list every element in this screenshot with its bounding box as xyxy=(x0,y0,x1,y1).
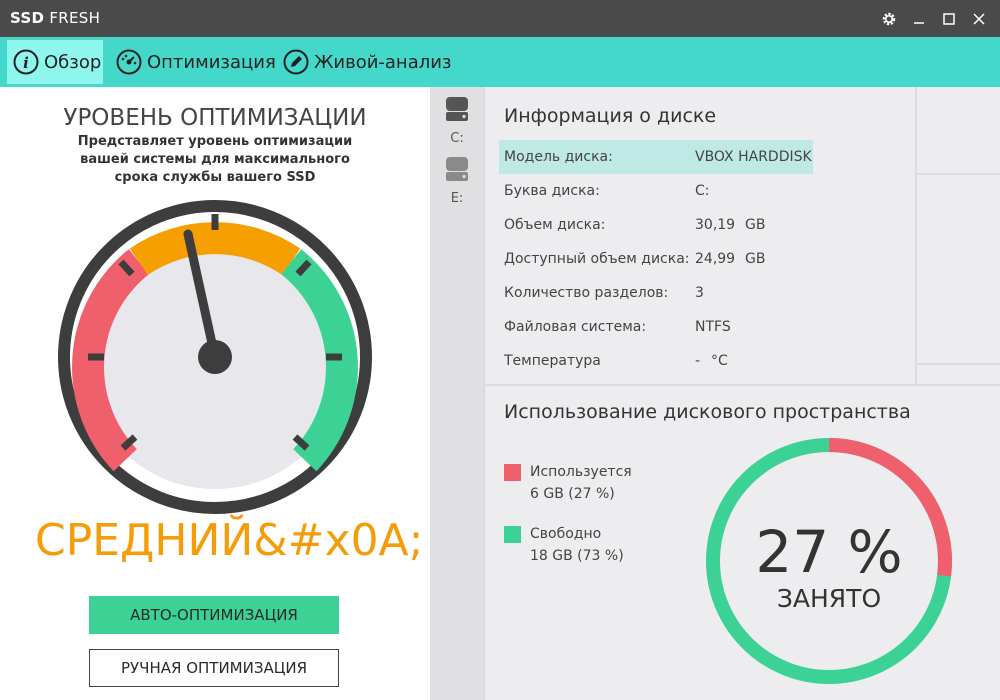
maximize-button[interactable] xyxy=(934,6,964,31)
svg-text:i: i xyxy=(23,54,29,72)
close-button[interactable] xyxy=(964,6,994,31)
hard-drive-icon xyxy=(446,97,468,121)
hard-drive-icon xyxy=(446,157,468,181)
disk-info-row: Буква диска: C: xyxy=(504,183,710,199)
app-title: SSD FRESH xyxy=(10,9,101,27)
disk-usage-title: Использование дискового пространства xyxy=(504,401,911,423)
tab-live-analysis-label: Живой-анализ xyxy=(314,51,452,73)
minimize-button[interactable] xyxy=(904,6,934,31)
tab-overview[interactable]: i Обзор xyxy=(7,40,103,84)
info-icon: i xyxy=(13,49,39,75)
auto-optimization-button[interactable]: АВТО-ОПТИМИЗАЦИЯ xyxy=(89,596,339,634)
main-navigation: i Обзор Оптимизация Живой-анализ xyxy=(0,37,1000,87)
optimization-gauge xyxy=(58,200,372,514)
free-value: 18 GB (73 %) xyxy=(530,548,624,564)
free-label: Свободно xyxy=(530,526,602,542)
tab-live-analysis[interactable]: Живой-анализ xyxy=(283,40,452,84)
divider xyxy=(917,173,1000,175)
disk-info-row: Количество разделов: 3 xyxy=(504,285,704,301)
disk-info-row: Температура - °C xyxy=(504,353,728,369)
tab-overview-label: Обзор xyxy=(44,51,102,73)
speedometer-icon xyxy=(116,49,142,75)
drive-e[interactable]: E: xyxy=(430,155,484,206)
optimization-level-panel: УРОВЕНЬ ОПТИМИЗАЦИИ Представляет уровень… xyxy=(0,87,430,700)
optimization-level-description: Представляет уровень оптимизации вашей с… xyxy=(77,134,353,185)
drive-c-label: C: xyxy=(450,131,464,146)
optimization-level-title: УРОВЕНЬ ОПТИМИЗАЦИИ xyxy=(63,105,367,131)
used-percent-label: ЗАНЯТО xyxy=(776,584,882,613)
pencil-icon xyxy=(283,49,309,75)
disk-info-row: Модель диска: VBOX HARDDISK xyxy=(499,140,813,174)
used-label: Используется xyxy=(530,464,632,480)
used-swatch xyxy=(504,464,521,481)
disk-info-panel: Информация о диске Модель диска: VBOX HA… xyxy=(485,87,915,384)
used-value: 6 GB (27 %) xyxy=(530,486,615,502)
disk-info-row: Объем диска: 30,19 GB xyxy=(504,217,766,233)
disk-info-row: Доступный объем диска: 24,99 GB xyxy=(504,251,766,267)
manual-optimization-button[interactable]: РУЧНАЯ ОПТИМИЗАЦИЯ xyxy=(89,649,339,687)
disk-info-title: Информация о диске xyxy=(504,105,717,127)
drive-selector: C: E: xyxy=(430,87,485,700)
window-controls xyxy=(874,6,994,31)
divider xyxy=(917,363,1000,365)
drive-c[interactable]: C: xyxy=(430,95,484,146)
used-percent-text: 27 % xyxy=(755,518,903,586)
tab-optimization-label: Оптимизация xyxy=(147,51,276,73)
disk-info-row: Файловая система: NTFS xyxy=(504,319,731,335)
side-panel xyxy=(915,87,1000,384)
disk-usage-panel: Использование дискового пространства Исп… xyxy=(485,384,1000,700)
title-bar: SSD FRESH xyxy=(0,0,1000,37)
optimization-level-text: СРЕДНИЙ&#x0A; xyxy=(35,515,424,566)
tab-optimization[interactable]: Оптимизация xyxy=(116,40,276,84)
drive-e-label: E: xyxy=(450,191,464,206)
free-swatch xyxy=(504,526,521,543)
settings-gear-icon[interactable] xyxy=(874,6,904,31)
gauge-needle-hub xyxy=(198,340,232,374)
